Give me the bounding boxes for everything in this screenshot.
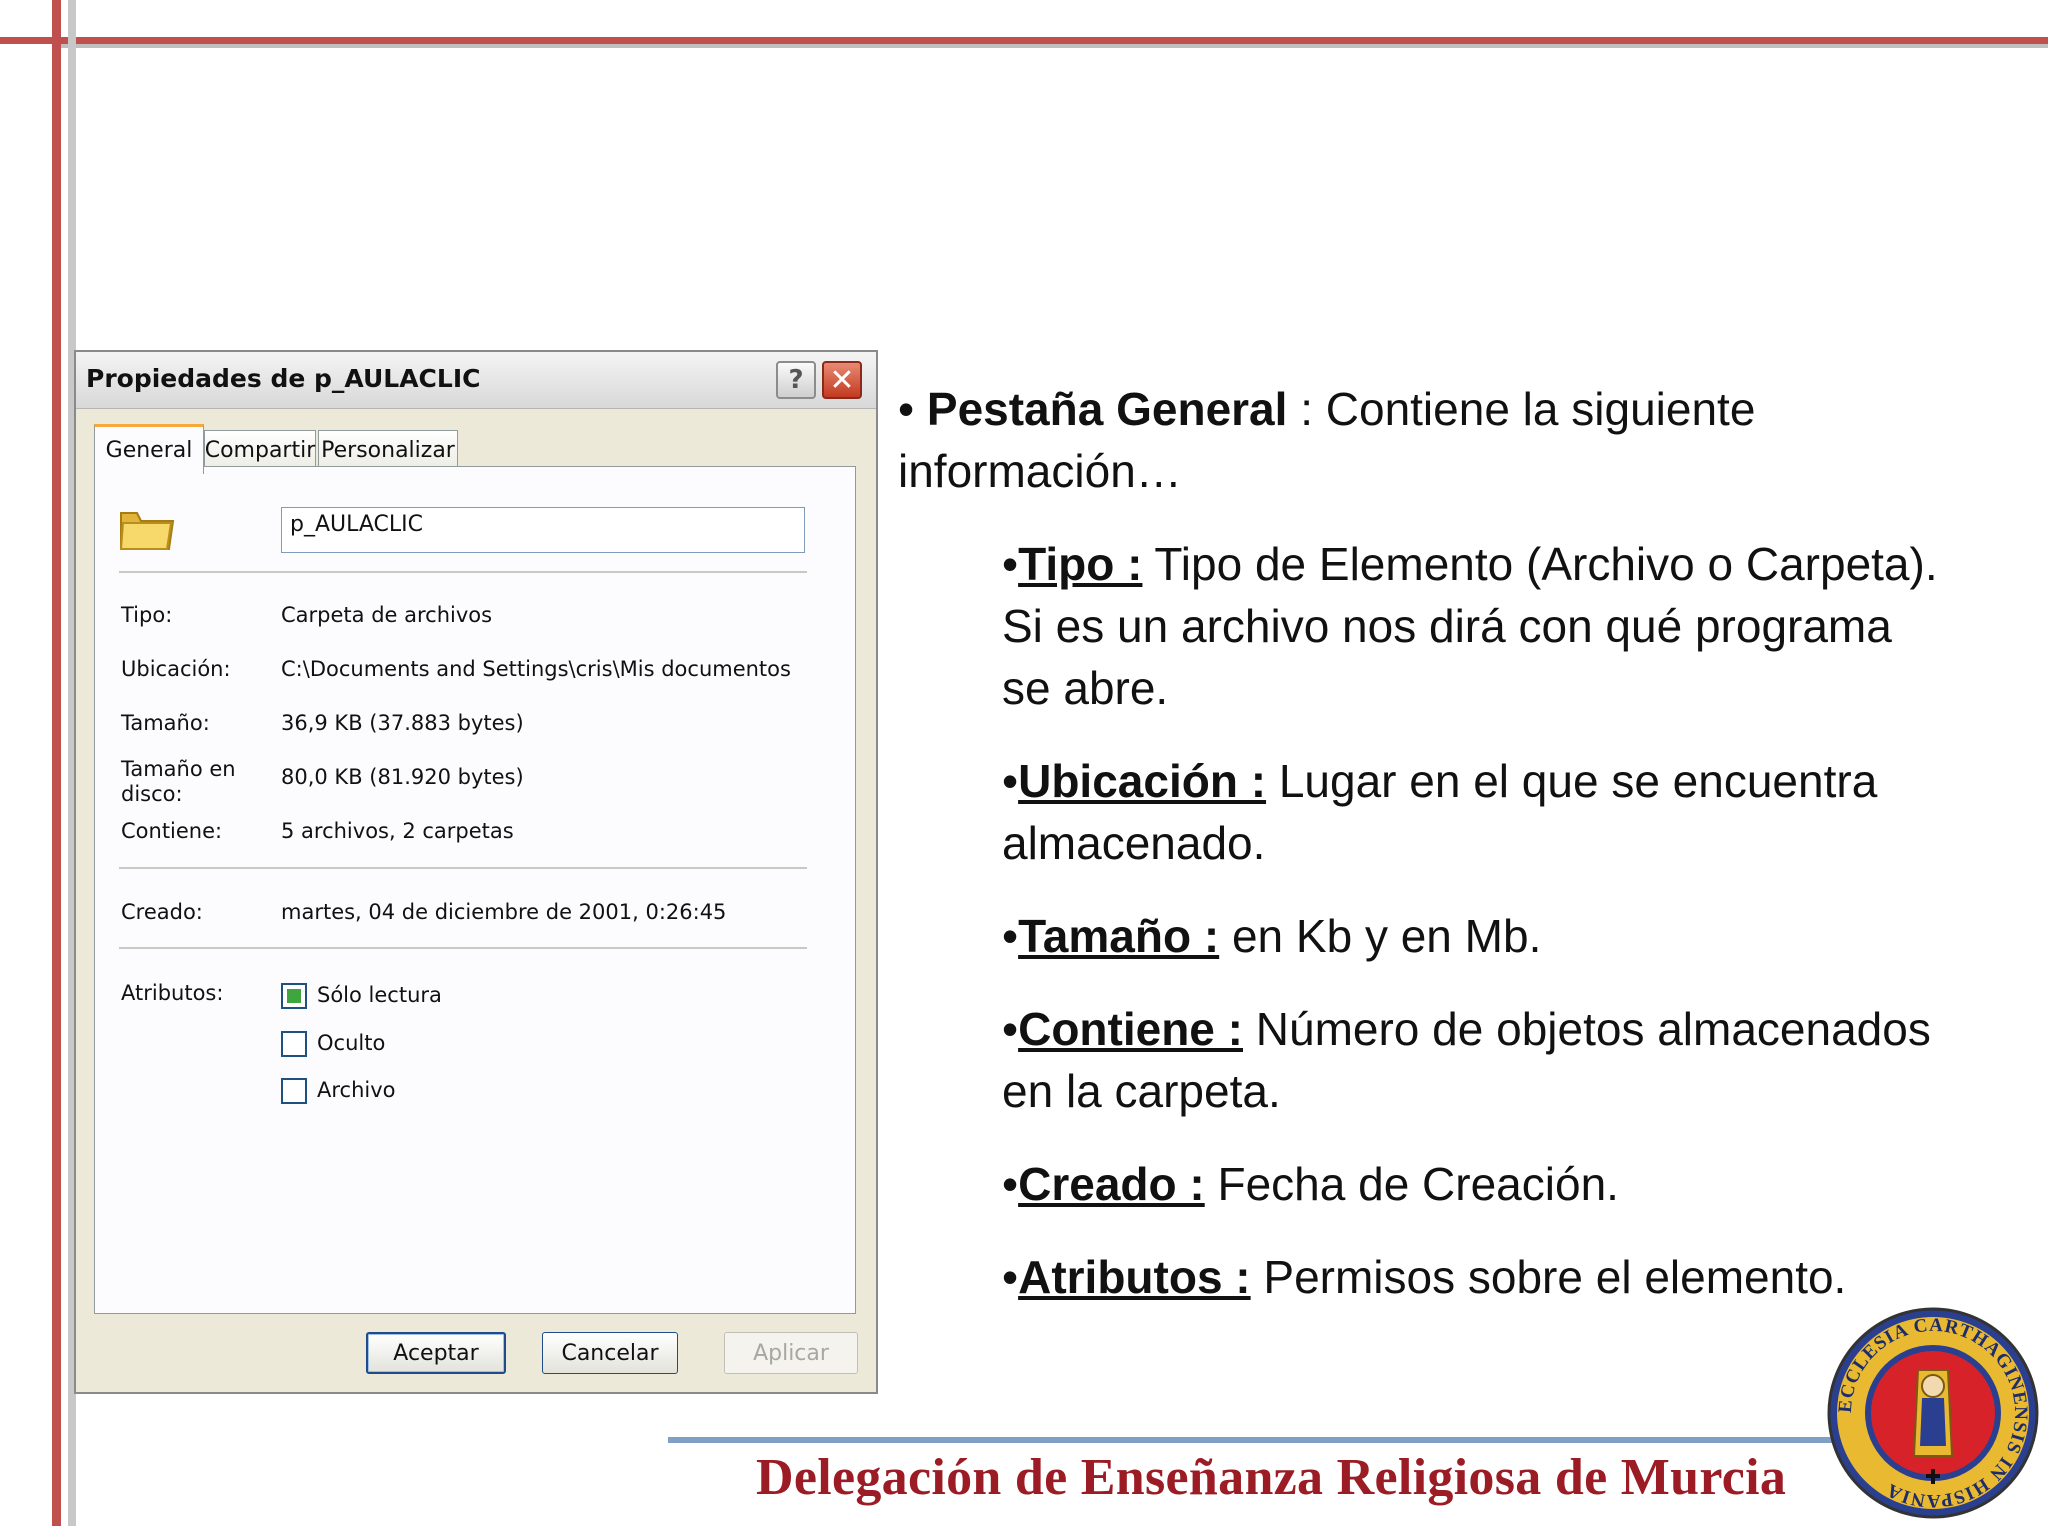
folder-icon: [119, 512, 175, 550]
ubicacion-value: C:\Documents and Settings\cris\Mis docum…: [281, 657, 791, 681]
close-icon[interactable]: ✕: [822, 361, 862, 399]
item-bullet: •: [1002, 1251, 1019, 1303]
general-tab-panel: p_AULACLIC Tipo: Carpeta de archivos Ubi…: [94, 466, 856, 1314]
tipo-value: Carpeta de archivos: [281, 603, 493, 627]
item-text: Tipo de Elemento (Archivo o Carpeta). Si…: [1002, 538, 1938, 714]
separator: [119, 571, 807, 573]
item-text: Fecha de Creación.: [1204, 1158, 1619, 1210]
item-term: Ubicación :: [1018, 755, 1267, 807]
contiene-value: 5 archivos, 2 carpetas: [281, 819, 514, 843]
main-bullet: • Pestaña General : Contiene la siguient…: [898, 378, 1958, 502]
left-red-rule: [52, 0, 61, 1526]
tamano-disco-label: Tamaño en disco:: [121, 757, 236, 806]
archivo-checkbox[interactable]: [281, 1078, 307, 1104]
item-bullet: •: [1002, 1003, 1019, 1055]
item-term: Contiene :: [1018, 1003, 1243, 1055]
separator: [119, 947, 807, 949]
tamano-label: Tamaño:: [121, 711, 210, 735]
help-icon[interactable]: ?: [776, 361, 816, 399]
folder-name-input[interactable]: p_AULACLIC: [281, 507, 805, 553]
solo-lectura-label[interactable]: Sólo lectura: [317, 983, 442, 1008]
item-tipo: •Tipo : Tipo de Elemento (Archivo o Carp…: [1002, 533, 1942, 719]
creado-value: martes, 04 de diciembre de 2001, 0:26:45: [281, 900, 727, 924]
top-red-rule: [0, 37, 2048, 44]
item-text: en Kb y en Mb.: [1219, 910, 1542, 962]
item-atributos: •Atributos : Permisos sobre el elemento.: [1002, 1246, 1942, 1308]
main-bullet-marker: •: [898, 383, 927, 435]
tipo-label: Tipo:: [121, 603, 173, 627]
cancelar-button[interactable]: Cancelar: [542, 1332, 678, 1374]
item-bullet: •: [1002, 538, 1019, 590]
item-term: Tipo :: [1018, 538, 1143, 590]
creado-label: Creado:: [121, 900, 203, 924]
solo-lectura-checkbox[interactable]: [281, 983, 307, 1009]
oculto-label[interactable]: Oculto: [317, 1031, 385, 1056]
footer-title: Delegación de Enseñanza Religiosa de Mur…: [756, 1449, 1787, 1506]
aceptar-button[interactable]: Aceptar: [366, 1332, 506, 1374]
item-bullet: •: [1002, 755, 1019, 807]
item-term: Creado :: [1018, 1158, 1205, 1210]
aplicar-button: Aplicar: [724, 1332, 858, 1374]
tamano-value: 36,9 KB (37.883 bytes): [281, 711, 524, 735]
item-contiene: •Contiene : Número de objetos almacenado…: [1002, 998, 1942, 1122]
tab-compartir[interactable]: Compartir: [204, 430, 316, 470]
item-text: Permisos sobre el elemento.: [1250, 1251, 1847, 1303]
item-bullet: •: [1002, 1158, 1019, 1210]
top-gray-rule: [60, 44, 2048, 48]
dialog-title: Propiedades de p_AULACLIC: [86, 364, 481, 393]
item-tamano: •Tamaño : en Kb y en Mb.: [1002, 905, 1942, 967]
item-ubicacion: •Ubicación : Lugar en el que se encuentr…: [1002, 750, 1942, 874]
separator: [119, 867, 807, 869]
item-term: Atributos :: [1018, 1251, 1251, 1303]
archivo-label[interactable]: Archivo: [317, 1078, 396, 1103]
seal-logo: ECCLESIA CARTHAGINENSIS IN HISPANIA: [1827, 1307, 2039, 1519]
dialog-titlebar[interactable]: Propiedades de p_AULACLIC ? ✕: [76, 352, 876, 409]
oculto-checkbox[interactable]: [281, 1031, 307, 1057]
item-creado: •Creado : Fecha de Creación.: [1002, 1153, 1942, 1215]
ubicacion-label: Ubicación:: [121, 657, 231, 681]
tab-personalizar[interactable]: Personalizar: [318, 430, 458, 470]
main-term: Pestaña General: [926, 383, 1288, 435]
item-bullet: •: [1002, 910, 1019, 962]
contiene-label: Contiene:: [121, 819, 223, 843]
tamano-disco-value: 80,0 KB (81.920 bytes): [281, 765, 524, 789]
tab-general[interactable]: General: [94, 424, 204, 474]
item-term: Tamaño :: [1018, 910, 1220, 962]
footer-rule: [668, 1437, 1838, 1443]
atributos-label: Atributos:: [121, 981, 224, 1005]
properties-dialog: Propiedades de p_AULACLIC ? ✕ General Co…: [74, 350, 878, 1394]
